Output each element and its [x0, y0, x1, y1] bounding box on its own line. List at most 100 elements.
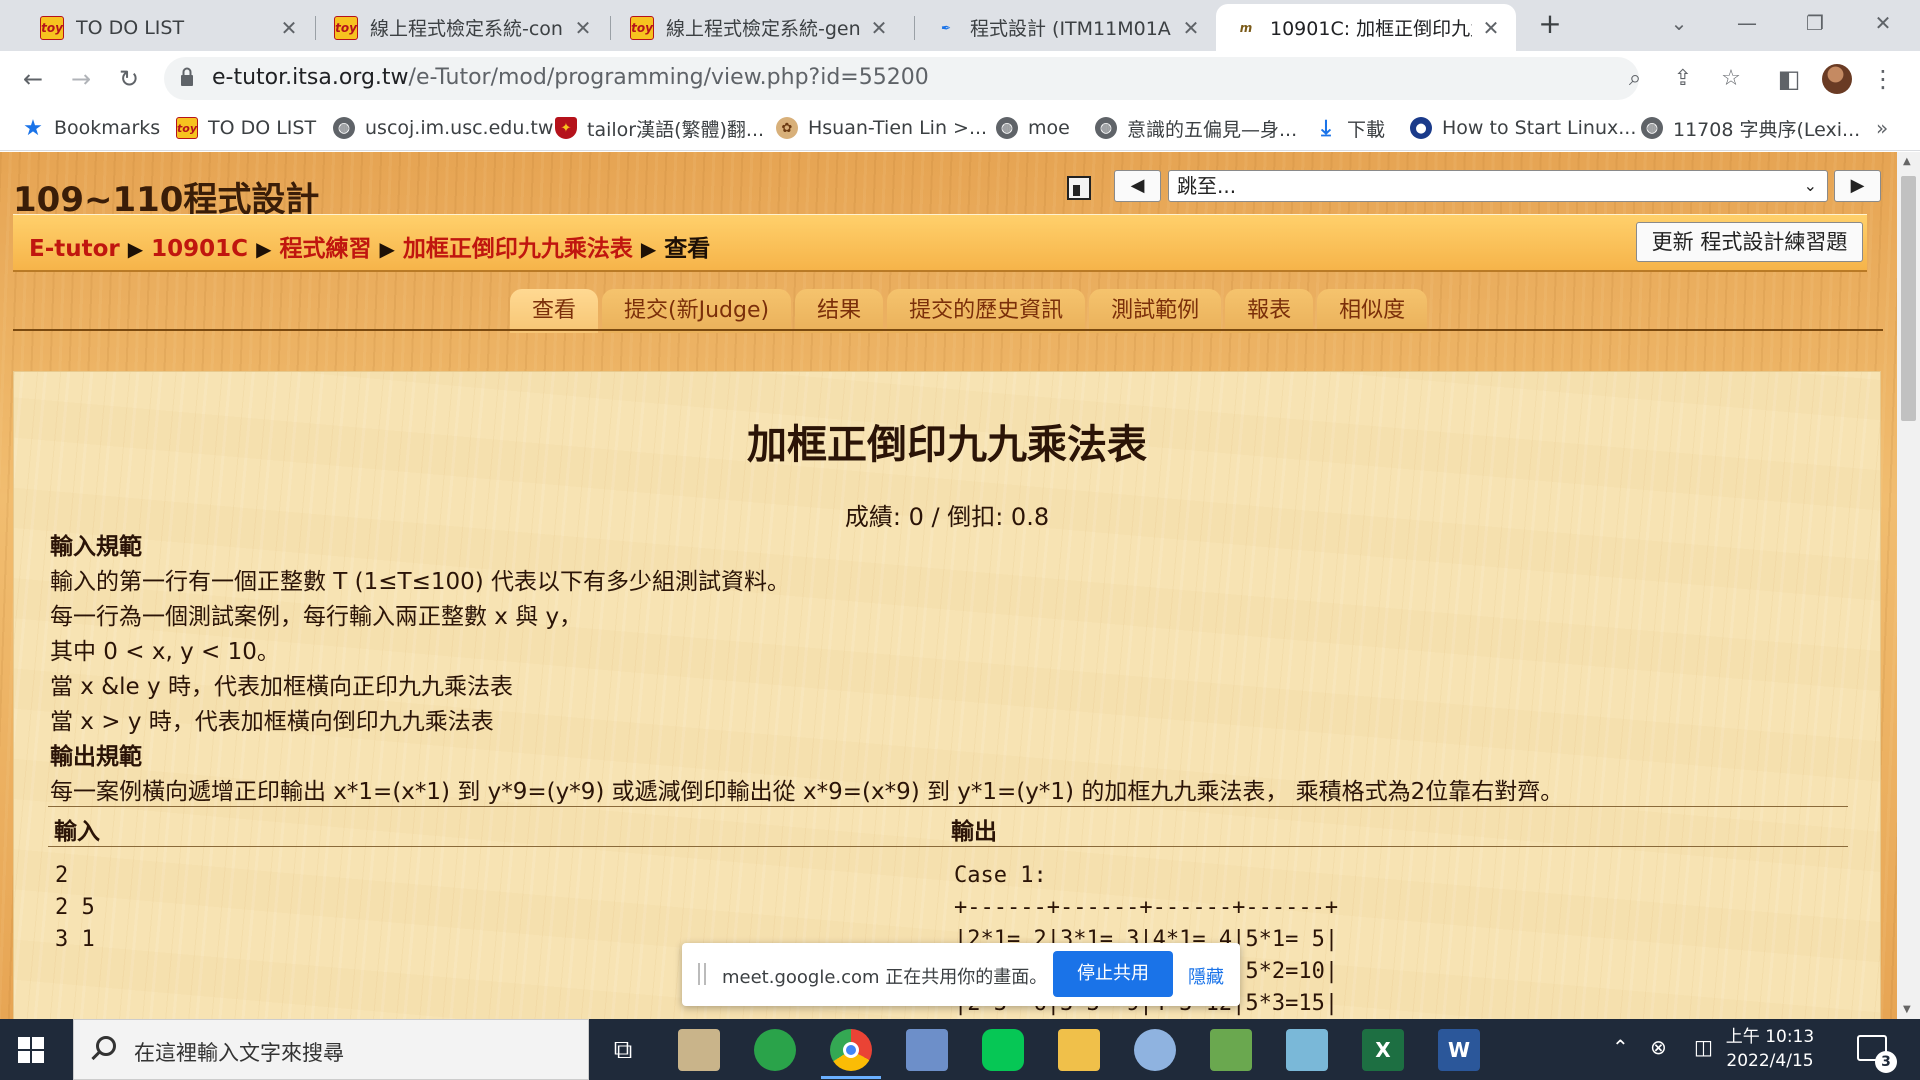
- breadcrumb-separator: ▶: [127, 237, 144, 261]
- tab-title: 程式設計 (ITM11M01A1: [970, 18, 1172, 40]
- scroll-up-arrow-icon[interactable]: ▲: [1903, 156, 1911, 167]
- browser-tab-active-problem[interactable]: m 10901C: 加框正倒印九九 ✕: [1216, 4, 1516, 51]
- share-icon[interactable]: ⇪: [1666, 62, 1700, 96]
- task-view-icon[interactable]: ⧉: [602, 1029, 644, 1071]
- chevron-down-icon: ⌄: [1803, 176, 1817, 195]
- sample-input-block: 2 2 5 3 1: [55, 860, 95, 956]
- tab-history[interactable]: 提交的歷史資訊: [887, 289, 1086, 333]
- breadcrumb-current: 查看: [664, 236, 711, 262]
- side-panel-icon[interactable]: ◧: [1770, 60, 1808, 98]
- tab-testcases[interactable]: 測試範例: [1089, 289, 1222, 333]
- jump-selected-value: 跳至...: [1177, 174, 1237, 198]
- bookmarks-overflow-icon[interactable]: »: [1876, 116, 1888, 140]
- bookmark-hsuan-tien-lin[interactable]: ✿ Hsuan-Tien Lin >...: [776, 114, 987, 142]
- bookmark-lexicographic[interactable]: ◍ 11708 字典序(Lexi...: [1641, 114, 1860, 142]
- code-editor-icon[interactable]: [1210, 1029, 1252, 1071]
- stop-sharing-button[interactable]: 停止共用: [1053, 951, 1173, 997]
- bookmark-bookmarks[interactable]: ★ Bookmarks: [22, 114, 160, 142]
- breadcrumb-etutor[interactable]: E-tutor: [29, 236, 120, 262]
- breadcrumb-course[interactable]: 10901C: [151, 236, 248, 262]
- bookmark-star-icon[interactable]: ☆: [1714, 62, 1748, 96]
- more-menu-icon[interactable]: ⋮: [1864, 60, 1902, 98]
- tab-result[interactable]: 结果: [795, 289, 884, 333]
- close-icon[interactable]: ✕: [1180, 16, 1202, 40]
- notepad-app-icon[interactable]: [678, 1029, 720, 1071]
- paint-app-icon[interactable]: [1134, 1029, 1176, 1071]
- close-icon[interactable]: ✕: [1480, 16, 1502, 40]
- profile-avatar[interactable]: [1822, 64, 1852, 94]
- close-icon[interactable]: ✕: [868, 16, 890, 40]
- word-app-icon[interactable]: W: [1438, 1029, 1480, 1071]
- tray-status-icon[interactable]: ⊗: [1650, 1035, 1667, 1059]
- browser-tab-todo[interactable]: toy TO DO LIST ✕: [22, 4, 314, 51]
- breadcrumb-problem[interactable]: 加框正倒印九九乘法表: [403, 236, 633, 262]
- dock-block-icon[interactable]: [1067, 176, 1091, 200]
- tray-display-icon[interactable]: ◫: [1694, 1035, 1713, 1059]
- bookmark-label: uscoj.im.usc.edu.tw: [365, 117, 554, 139]
- line-app-icon[interactable]: [982, 1029, 1024, 1071]
- file-explorer-icon[interactable]: [1058, 1029, 1100, 1071]
- tab-view[interactable]: 查看: [510, 289, 599, 333]
- network-app-icon[interactable]: [906, 1029, 948, 1071]
- prev-activity-button[interactable]: ◀: [1114, 170, 1161, 202]
- drag-handle-icon[interactable]: [698, 963, 706, 985]
- excel-app-icon[interactable]: X: [1362, 1029, 1404, 1071]
- browser-tab-course[interactable]: ✒ 程式設計 (ITM11M01A1 ✕: [916, 4, 1216, 51]
- zoom-icon[interactable]: ⌕: [1618, 62, 1652, 96]
- bookmarks-bar: ★ Bookmarks toy TO DO LIST ◍ uscoj.im.us…: [0, 106, 1920, 151]
- hide-notice-link[interactable]: 隱藏: [1188, 963, 1224, 989]
- browser-tab-console[interactable]: toy 線上程式檢定系統-conso ✕: [316, 4, 608, 51]
- url-text[interactable]: e-tutor.itsa.org.tw/e-Tutor/mod/programm…: [212, 65, 929, 90]
- window-close-icon[interactable]: ✕: [1858, 6, 1908, 40]
- bookmark-download[interactable]: ⤓ 下載: [1315, 114, 1385, 142]
- bookmark-moe[interactable]: ◍ moe: [996, 114, 1070, 142]
- clock-date: 2022/4/15: [1726, 1051, 1814, 1071]
- bookmark-label: 11708 字典序(Lexi...: [1673, 118, 1861, 141]
- bookmark-bias[interactable]: ◍ 意識的五偏見—身...: [1095, 114, 1297, 142]
- bookmark-todo[interactable]: toy TO DO LIST: [176, 114, 316, 142]
- bookmark-label: How to Start Linux...: [1442, 117, 1637, 139]
- bookmark-linux[interactable]: ● How to Start Linux...: [1410, 114, 1636, 142]
- tray-chevron-up-icon[interactable]: ⌃: [1612, 1035, 1629, 1059]
- address-bar[interactable]: e-tutor.itsa.org.tw/e-Tutor/mod/programm…: [164, 57, 1741, 100]
- tab-title: 線上程式檢定系統-conso: [370, 18, 564, 40]
- bookmark-label: 下載: [1347, 118, 1386, 141]
- bookmark-tailor[interactable]: ✦ tailor漢語(繁體)翻...: [555, 114, 764, 142]
- back-arrow-icon[interactable]: ←: [14, 60, 52, 98]
- close-icon[interactable]: ✕: [572, 16, 594, 40]
- tab-report[interactable]: 報表: [1225, 289, 1314, 333]
- taskbar-clock[interactable]: 上午 10:13 2022/4/15: [1720, 1025, 1820, 1073]
- windows-start-icon[interactable]: [18, 1037, 44, 1063]
- reload-icon[interactable]: ↻: [110, 60, 148, 98]
- forward-arrow-icon[interactable]: →: [62, 60, 100, 98]
- lock-icon[interactable]: [180, 67, 194, 87]
- tab-title: 10901C: 加框正倒印九九: [1270, 18, 1472, 40]
- next-activity-button[interactable]: ▶: [1834, 170, 1881, 202]
- scroll-down-arrow-icon[interactable]: ▼: [1903, 1004, 1911, 1015]
- input-spec-line: 其中 0 < x, y < 10。: [50, 639, 280, 665]
- scroll-thumb[interactable]: [1901, 176, 1916, 421]
- screen-share-notice: meet.google.com 正在共用你的畫面。 停止共用 隱藏: [682, 943, 1240, 1006]
- jump-to-select[interactable]: 跳至... ⌄: [1168, 170, 1828, 202]
- page-scrollbar[interactable]: ▲ ▼: [1897, 152, 1920, 1019]
- taskbar-search-box[interactable]: 在這裡輸入文字來搜尋: [73, 1019, 589, 1080]
- navbar: E-tutor ▶ 10901C ▶ 程式練習 ▶ 加框正倒印九九乘法表 ▶ 查看 更新 程式設…: [13, 214, 1867, 272]
- download-icon: ⤓: [1321, 115, 1331, 141]
- breadcrumb-practice[interactable]: 程式練習: [279, 236, 371, 262]
- update-exercise-button[interactable]: 更新 程式設計練習題: [1636, 222, 1863, 262]
- tab-search-chevron-icon[interactable]: ⌄: [1654, 6, 1704, 40]
- clock-time: 上午 10:13: [1725, 1027, 1815, 1047]
- close-icon[interactable]: ✕: [278, 16, 300, 40]
- score-line: 成績: 0 / 倒扣: 0.8: [844, 503, 1050, 531]
- bookmark-uscoj[interactable]: ◍ uscoj.im.usc.edu.tw: [333, 114, 553, 142]
- maps-app-icon[interactable]: [754, 1029, 796, 1071]
- notes-app-icon[interactable]: [1286, 1029, 1328, 1071]
- browser-tab-genjs[interactable]: toy 線上程式檢定系統-genjs ✕: [612, 4, 904, 51]
- tab-similarity[interactable]: 相似度: [1317, 289, 1428, 333]
- tab-submit[interactable]: 提交(新Judge): [602, 289, 792, 333]
- new-tab-button[interactable]: +: [1533, 8, 1567, 42]
- chrome-app-icon[interactable]: [830, 1029, 872, 1071]
- globe-icon: ◍: [1095, 117, 1117, 139]
- restore-icon[interactable]: ❐: [1790, 6, 1840, 40]
- minimize-icon[interactable]: —: [1722, 6, 1772, 40]
